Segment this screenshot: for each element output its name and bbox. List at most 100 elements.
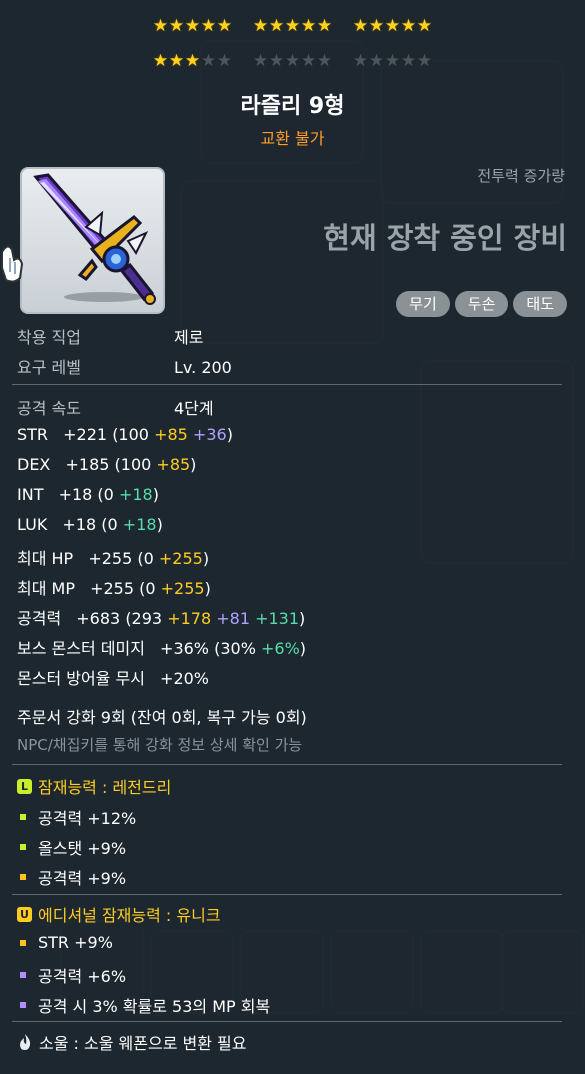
additional-line-text: STR +9% — [38, 933, 113, 952]
tag-two-handed: 두손 — [454, 291, 509, 317]
stat-flame: +85 — [154, 425, 188, 444]
star-filled-icon: ★ — [168, 51, 185, 71]
divider — [12, 894, 562, 895]
stat-enhance: +18 — [122, 515, 157, 534]
star-filled-icon: ★ — [252, 16, 269, 36]
stat-flame: +255 — [160, 579, 205, 598]
divider — [12, 1021, 562, 1022]
star-filled-icon: ★ — [216, 16, 233, 36]
star-group: ★★★★★ — [353, 16, 433, 36]
star-force-row-1: ★★★★★ ★★★★★ ★★★★★ — [0, 16, 585, 36]
level-requirement: 요구 레벨 Lv. 200 — [17, 354, 232, 378]
star-filled-icon: ★ — [384, 16, 401, 36]
stat-close: ) — [299, 609, 306, 628]
star-empty-icon: ★ — [400, 51, 417, 71]
star-filled-icon: ★ — [400, 16, 417, 36]
stat-base: (0 — [101, 515, 123, 534]
star-filled-icon: ★ — [352, 16, 369, 36]
potential-line: 공격력 +12% — [17, 805, 136, 829]
job-value: 제로 — [174, 328, 204, 347]
stat-label: 최대 HP — [17, 549, 74, 568]
additional-line-text: 공격력 +6% — [38, 967, 127, 986]
divider — [12, 764, 562, 765]
stat-base: (30% — [214, 639, 261, 658]
epic-bullet-icon — [20, 972, 26, 978]
item-type-tags: 무기 두손 태도 — [396, 291, 567, 317]
star-empty-icon: ★ — [216, 51, 233, 71]
stat-flame: +85 — [156, 455, 191, 474]
soul-flame-icon — [20, 1034, 31, 1050]
stat-flame: +6% — [260, 639, 300, 658]
potential-line-text: 공격력 +9% — [38, 869, 127, 888]
unique-bullet-icon — [20, 939, 26, 946]
item-icon-frame[interactable] — [20, 167, 165, 314]
star-group: ★★★★★ — [153, 51, 233, 71]
star-filled-icon: ★ — [200, 16, 217, 36]
stat-total: +18 — [58, 485, 93, 504]
star-group: ★★★★★ — [153, 16, 233, 36]
star-empty-icon: ★ — [200, 51, 217, 71]
star-empty-icon: ★ — [268, 51, 285, 71]
star-empty-icon: ★ — [416, 51, 433, 71]
stat-base: (0 — [139, 579, 161, 598]
unique-bullet-icon — [20, 874, 26, 880]
job-label: 착용 직업 — [17, 328, 81, 347]
stat-close: ) — [152, 485, 159, 504]
star-filled-icon: ★ — [268, 16, 285, 36]
star-group: ★★★★★ — [253, 51, 333, 71]
star-force-row-2: ★★★★★ ★★★★★ ★★★★★ — [0, 51, 585, 71]
scroll-enhance-info: 주문서 강화 9회 (잔여 0회, 복구 가능 0회) — [17, 708, 307, 727]
star-filled-icon: ★ — [184, 51, 201, 71]
unique-badge-icon: U — [17, 906, 32, 922]
stat-starforce: +36 — [187, 425, 227, 444]
legendary-badge-icon: L — [17, 778, 32, 794]
legendary-bullet-icon — [20, 844, 26, 850]
stat-boss-damage: 보스 몬스터 데미지 +36% (30% +6%) — [17, 635, 306, 659]
stat-label: 공격력 — [17, 609, 62, 628]
job-requirement: 착용 직업 제로 — [17, 324, 203, 348]
item-tooltip: ★★★★★ ★★★★★ ★★★★★ ★★★★★ ★★★★★ ★★★★★ 라즐리 9형 교… — [0, 0, 585, 1074]
stat-label: STR — [17, 425, 49, 444]
stat-flame: +178 — [167, 609, 212, 628]
potential-title: 잠재능력 : 레전드리 — [38, 778, 172, 797]
stat-label: 공격 속도 — [17, 399, 81, 418]
level-value: Lv. 200 — [174, 358, 232, 377]
star-filled-icon: ★ — [416, 16, 433, 36]
epic-bullet-icon — [20, 1002, 26, 1008]
stat-base: (0 — [137, 549, 159, 568]
star-filled-icon: ★ — [284, 16, 301, 36]
stat-total: +36% — [160, 639, 209, 658]
stat-close: ) — [299, 639, 307, 658]
divider — [12, 384, 562, 385]
stat-label: LUK — [17, 515, 48, 534]
stat-luk: LUK +18 (0 +18) — [17, 515, 163, 534]
potential-line-text: 올스탯 +9% — [38, 839, 127, 858]
star-filled-icon: ★ — [368, 16, 385, 36]
stat-total: +18 — [62, 515, 97, 534]
stat-total: +221 — [63, 425, 108, 444]
star-empty-icon: ★ — [284, 51, 301, 71]
star-empty-icon: ★ — [368, 51, 385, 71]
additional-line: 공격력 +6% — [17, 963, 126, 987]
potential-line: 공격력 +9% — [17, 865, 126, 889]
tag-katana: 태도 — [513, 291, 567, 317]
stat-enhance: +131 — [250, 609, 300, 628]
star-group: ★★★★★ — [353, 51, 433, 71]
stat-label: 몬스터 방어율 무시 — [17, 669, 145, 688]
star-filled-icon: ★ — [152, 16, 169, 36]
stat-close: ) — [226, 425, 233, 444]
stat-value: 4단계 — [174, 399, 214, 418]
stat-base: (0 — [97, 485, 119, 504]
stat-attack: 공격력 +683 (293 +178 +81 +131) — [17, 605, 305, 629]
stat-starforce: +81 — [211, 609, 250, 628]
stat-int: INT +18 (0 +18) — [17, 485, 159, 504]
additional-line: STR +9% — [17, 933, 113, 952]
stat-total: +255 — [90, 579, 135, 598]
stat-attack-speed: 공격 속도 4단계 — [17, 395, 214, 419]
stat-base: (100 — [112, 425, 155, 444]
star-empty-icon: ★ — [384, 51, 401, 71]
star-filled-icon: ★ — [184, 16, 201, 36]
tag-weapon: 무기 — [396, 291, 450, 317]
stat-dex: DEX +185 (100 +85) — [17, 455, 196, 474]
star-group: ★★★★★ — [253, 16, 333, 36]
